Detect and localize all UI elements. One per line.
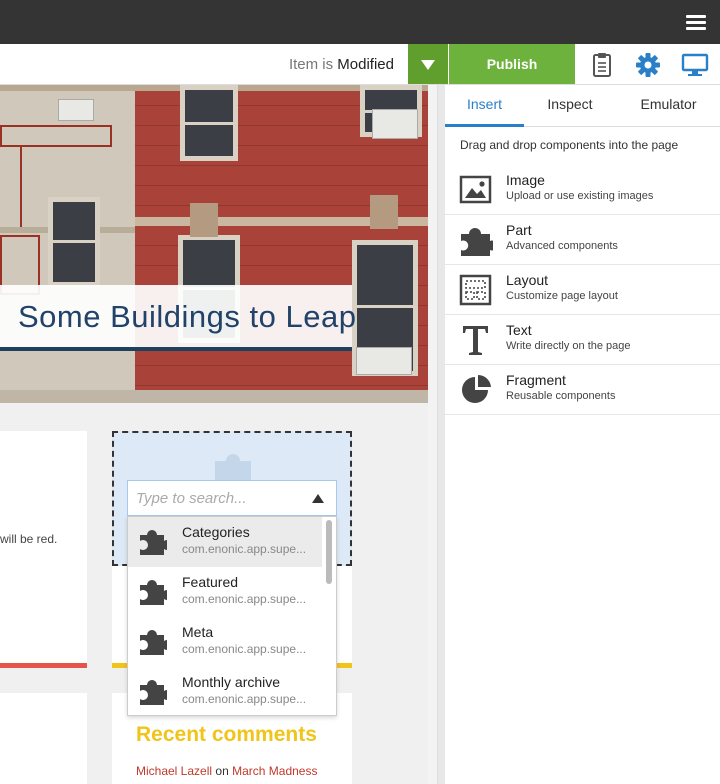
comment-on-text: on [215, 764, 229, 778]
page-preview: Some Buildings to Leap will be red. Rece… [0, 85, 428, 784]
status-value: Modified [337, 56, 394, 73]
context-panel: Insert Inspect Emulator Drag and drop co… [445, 85, 720, 784]
tab-insert[interactable]: Insert [445, 85, 524, 127]
panel-tabs: Insert Inspect Emulator [445, 85, 720, 127]
component-image[interactable]: Image Upload or use existing images [445, 165, 720, 215]
part-dropdown-list: Categories com.enonic.app.supe... Featur… [127, 516, 337, 716]
publish-dropdown-button[interactable] [408, 44, 448, 84]
component-name: Layout [506, 272, 549, 288]
recent-comments-title: Recent comments [136, 723, 317, 746]
component-name: Part [506, 222, 532, 238]
clipboard-icon[interactable] [588, 52, 616, 78]
comment-author-link[interactable]: Michael Lazell [136, 764, 212, 778]
component-name: Fragment [506, 372, 566, 388]
top-bar [0, 0, 720, 44]
part-app: com.enonic.app.supe... [182, 642, 307, 656]
part-name: Meta [182, 624, 214, 640]
part-search-combobox[interactable] [127, 480, 337, 516]
caret-up-icon[interactable] [312, 494, 324, 503]
list-item[interactable]: Featured com.enonic.app.supe... [128, 567, 322, 617]
list-item[interactable]: Categories com.enonic.app.supe... [128, 517, 322, 567]
component-layout[interactable]: Layout Customize page layout [445, 265, 720, 315]
content-card-left-lower [0, 693, 87, 784]
list-item[interactable]: Meta com.enonic.app.supe... [128, 617, 322, 667]
toolbar: Item is Modified Publish [0, 44, 720, 85]
component-fragment[interactable]: Fragment Reusable components [445, 365, 720, 415]
insert-hint: Drag and drop components into the page [460, 138, 679, 152]
puzzle-icon [461, 228, 493, 256]
part-app: com.enonic.app.supe... [182, 592, 307, 606]
component-desc: Advanced components [506, 240, 618, 252]
layout-icon [459, 274, 492, 306]
puzzle-icon [140, 530, 167, 555]
gear-icon[interactable] [634, 52, 662, 78]
part-name: Featured [182, 574, 239, 590]
tab-emulator[interactable]: Emulator [617, 85, 720, 127]
component-text[interactable]: Text Write directly on the page [445, 315, 720, 365]
puzzle-icon [140, 580, 167, 605]
component-name: Image [506, 172, 545, 188]
card-text: will be red. [0, 532, 58, 546]
part-app: com.enonic.app.supe... [182, 542, 307, 556]
component-desc: Customize page layout [506, 290, 618, 302]
publish-button[interactable]: Publish [449, 44, 575, 84]
component-name: Text [506, 322, 532, 338]
pie-icon [462, 374, 491, 403]
part-name: Categories [182, 524, 250, 540]
component-part[interactable]: Part Advanced components [445, 215, 720, 265]
puzzle-icon [140, 680, 167, 705]
component-desc: Reusable components [506, 390, 616, 402]
part-search-input[interactable] [136, 488, 304, 508]
component-desc: Upload or use existing images [506, 190, 654, 202]
tab-inspect[interactable]: Inspect [531, 85, 609, 127]
image-icon [459, 175, 492, 204]
component-desc: Write directly on the page [506, 340, 631, 352]
dropdown-scrollbar[interactable] [326, 520, 332, 584]
status-prefix: Item is [288, 56, 334, 73]
content-card-left: will be red. [0, 431, 87, 668]
puzzle-icon [140, 630, 167, 655]
hero-image: Some Buildings to Leap [0, 85, 428, 403]
comment-post-link[interactable]: March Madness [232, 764, 317, 778]
hero-title-band: Some Buildings to Leap [0, 285, 356, 351]
item-status: Item is Modified [289, 56, 394, 73]
hamburger-menu-icon[interactable] [686, 15, 706, 31]
part-app: com.enonic.app.supe... [182, 692, 307, 706]
list-item[interactable]: Monthly archive com.enonic.app.supe... [128, 667, 322, 715]
monitor-icon[interactable] [681, 52, 709, 78]
recent-comment-entry: Michael Lazell on March Madness [136, 764, 317, 778]
hero-title: Some Buildings to Leap [18, 299, 357, 334]
panel-splitter[interactable] [437, 85, 445, 784]
part-name: Monthly archive [182, 674, 281, 690]
text-icon [463, 326, 488, 355]
